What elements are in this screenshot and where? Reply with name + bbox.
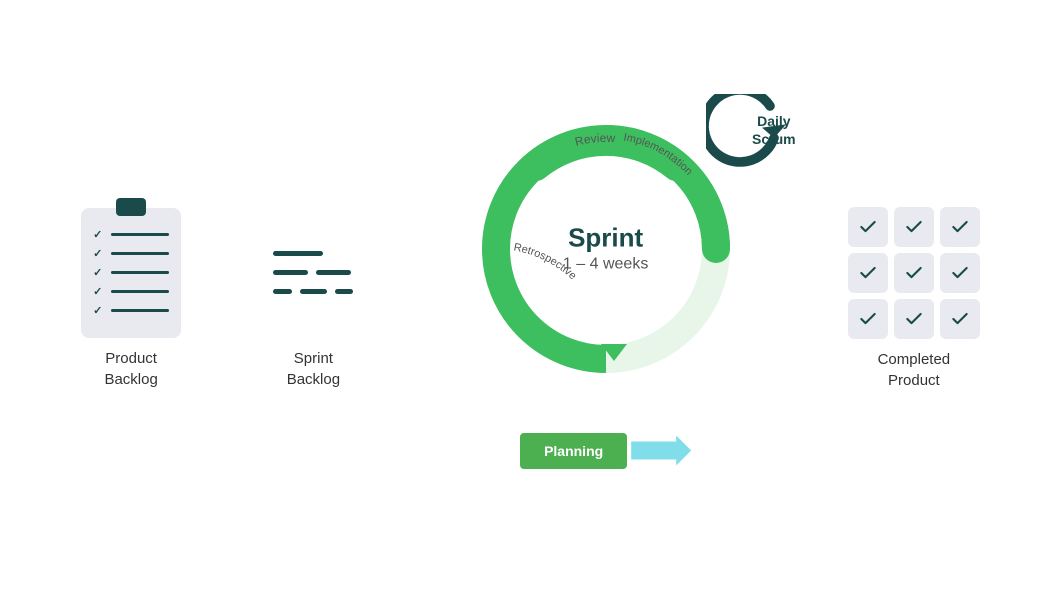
daily-scrum-label: Daily Scrum xyxy=(752,112,796,148)
line-bar-1 xyxy=(111,233,169,236)
check-cell-7 xyxy=(848,299,888,339)
check-3: ✓ xyxy=(93,266,105,279)
planning-bar: Planning xyxy=(520,433,627,469)
planning-arrow-icon xyxy=(631,436,691,466)
sb-bar-6 xyxy=(335,289,354,294)
sprint-center-label: Sprint 1 – 4 weeks xyxy=(563,221,648,276)
sprint-backlog-section: Sprint Backlog xyxy=(263,208,363,390)
line-bar-5 xyxy=(111,309,169,312)
checkmark-icon-3 xyxy=(950,217,970,237)
checkmark-icon-5 xyxy=(904,263,924,283)
checkmark-icon-9 xyxy=(950,309,970,329)
sprint-backlog-label: Sprint Backlog xyxy=(287,348,340,390)
sb-bar-1 xyxy=(273,251,323,256)
clipboard-line-5: ✓ xyxy=(93,304,169,317)
check-cell-9 xyxy=(940,299,980,339)
checkmark-icon-1 xyxy=(858,217,878,237)
sb-row-2 xyxy=(273,270,353,275)
sb-bar-4 xyxy=(273,289,292,294)
check-1: ✓ xyxy=(93,228,105,241)
product-backlog-section: ✓ ✓ ✓ ✓ ✓ Product Backlog xyxy=(81,208,181,390)
sprint-backlog-icon xyxy=(263,208,363,338)
scrum-diagram: ✓ ✓ ✓ ✓ ✓ Product Backlog xyxy=(0,0,1061,597)
checkmark-icon-7 xyxy=(858,309,878,329)
clipboard-clip xyxy=(116,198,146,216)
line-bar-3 xyxy=(111,271,169,274)
check-cell-8 xyxy=(894,299,934,339)
sb-row-3 xyxy=(273,289,353,294)
check-5: ✓ xyxy=(93,304,105,317)
sb-bar-5 xyxy=(300,289,326,294)
product-backlog-label: Product Backlog xyxy=(104,348,157,390)
check-cell-2 xyxy=(894,207,934,247)
checkmark-icon-6 xyxy=(950,263,970,283)
sb-bar-3 xyxy=(316,270,351,275)
check-cell-6 xyxy=(940,253,980,293)
line-bar-4 xyxy=(111,290,169,293)
completed-product-section: Completed Product xyxy=(848,207,980,391)
clipboard-line-2: ✓ xyxy=(93,247,169,260)
sb-row-1 xyxy=(273,251,353,256)
sprint-title: Sprint xyxy=(563,221,648,255)
check-grid xyxy=(848,207,980,339)
sprint-section: Daily Scrum Review xyxy=(446,109,766,489)
check-cell-5 xyxy=(894,253,934,293)
sb-bar-2 xyxy=(273,270,308,275)
sprint-weeks: 1 – 4 weeks xyxy=(563,255,648,276)
planning-section: Planning xyxy=(446,433,766,469)
sprint-circle-container: Daily Scrum Review xyxy=(466,109,746,389)
check-2: ✓ xyxy=(93,247,105,260)
daily-scrum-section: Daily Scrum xyxy=(706,94,786,174)
check-cell-3 xyxy=(940,207,980,247)
clipboard-line-1: ✓ xyxy=(93,228,169,241)
clipboard-line-4: ✓ xyxy=(93,285,169,298)
checkmark-icon-8 xyxy=(904,309,924,329)
clipboard-icon: ✓ ✓ ✓ ✓ ✓ xyxy=(81,208,181,338)
clipboard-line-3: ✓ xyxy=(93,266,169,279)
checkmark-icon-2 xyxy=(904,217,924,237)
check-4: ✓ xyxy=(93,285,105,298)
completed-product-label: Completed Product xyxy=(878,349,951,391)
line-bar-2 xyxy=(111,252,169,255)
check-cell-4 xyxy=(848,253,888,293)
check-cell-1 xyxy=(848,207,888,247)
checkmark-icon-4 xyxy=(858,263,878,283)
